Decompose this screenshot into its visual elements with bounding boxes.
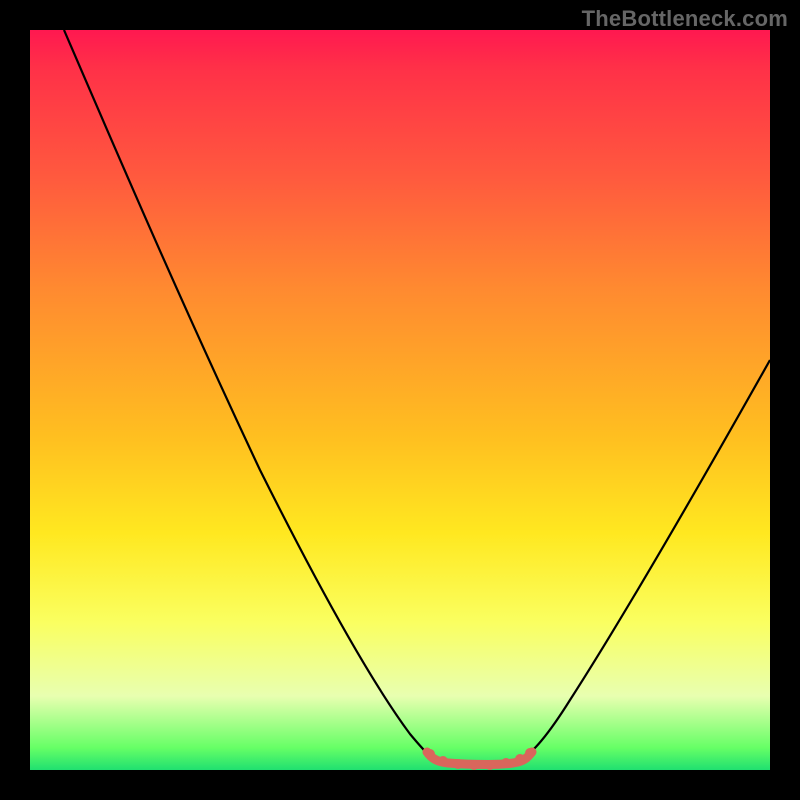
watermark-text: TheBottleneck.com (582, 6, 788, 32)
plot-area (30, 30, 770, 770)
bottleneck-curve-right (520, 360, 770, 760)
bottleneck-curve-left (64, 30, 438, 761)
chart-container: TheBottleneck.com (0, 0, 800, 800)
chart-svg (30, 30, 770, 770)
